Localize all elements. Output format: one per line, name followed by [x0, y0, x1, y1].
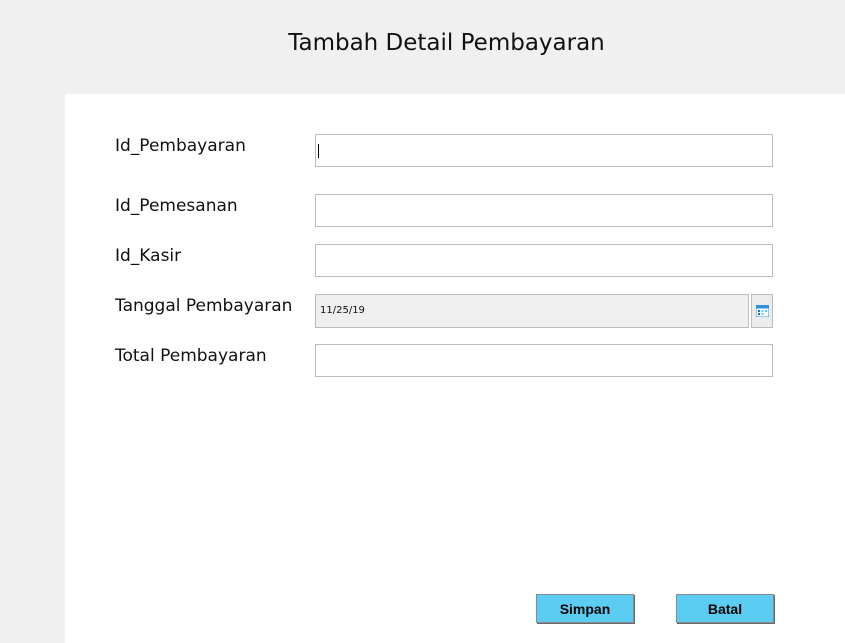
cancel-button[interactable]: Batal: [676, 594, 774, 623]
id-pembayaran-input[interactable]: [315, 134, 773, 167]
text-caret: [318, 144, 319, 158]
total-pembayaran-input[interactable]: [315, 344, 773, 377]
date-picker-button[interactable]: [751, 294, 773, 328]
form-title: Tambah Detail Pembayaran: [288, 30, 605, 56]
label-id-pembayaran: Id_Pembayaran: [115, 136, 246, 156]
label-id-pemesanan: Id_Pemesanan: [115, 196, 238, 216]
calendar-icon: [755, 305, 769, 317]
id-pemesanan-input[interactable]: [315, 194, 773, 227]
id-kasir-input[interactable]: [315, 244, 773, 277]
label-id-kasir: Id_Kasir: [115, 246, 182, 266]
label-tanggal-pembayaran: Tanggal Pembayaran: [115, 296, 293, 316]
label-total-pembayaran: Total Pembayaran: [115, 346, 267, 366]
tanggal-pembayaran-date-field[interactable]: 11/25/19: [315, 294, 749, 328]
save-button[interactable]: Simpan: [536, 594, 634, 623]
